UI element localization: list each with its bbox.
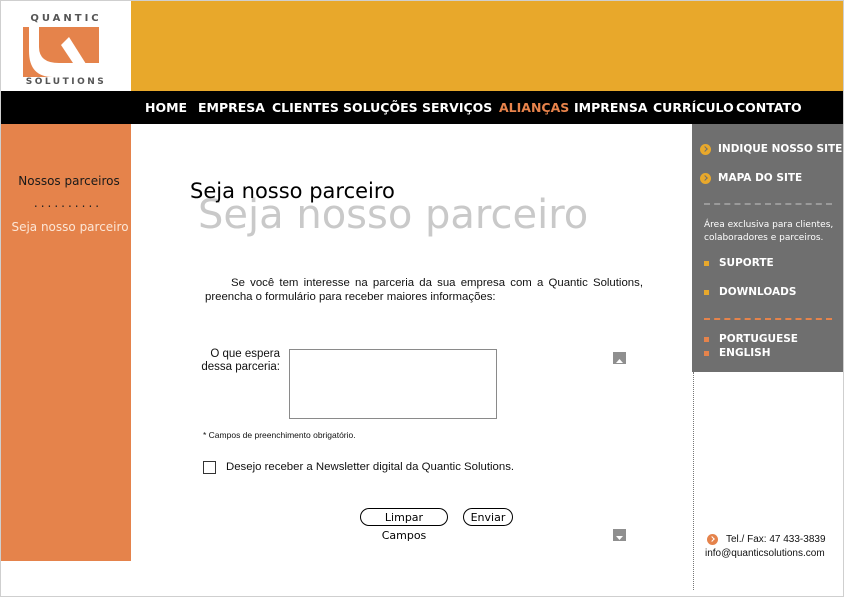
vertical-divider: [693, 372, 694, 590]
right-sidebar: INDIQUE NOSSO SITE MAPA DO SITE Área exc…: [692, 124, 843, 372]
nav-clientes[interactable]: CLIENTES: [272, 91, 339, 124]
nav-home[interactable]: HOME: [145, 91, 187, 124]
square-bullet-icon: [704, 350, 709, 356]
submit-button[interactable]: Enviar: [463, 508, 513, 526]
lang-portuguese-label: PORTUGUESE: [719, 333, 798, 345]
nav-imprensa[interactable]: IMPRENSA: [574, 91, 648, 124]
lang-portuguese[interactable]: PORTUGUESE: [704, 333, 798, 345]
nav-servicos[interactable]: SERVIÇOS: [422, 91, 492, 124]
triangle-up-icon: [616, 359, 623, 363]
square-bullet-icon: [704, 260, 709, 266]
intro-text: Se você tem interesse na parceria da sua…: [205, 276, 643, 304]
page-title: Seja nosso parceiro: [190, 179, 395, 203]
required-note: * Campos de preenchimento obrigatório.: [203, 430, 356, 440]
newsletter-checkbox[interactable]: [203, 461, 216, 474]
chevron-right-circle-icon: [700, 143, 711, 155]
right-link-downloads-label: DOWNLOADS: [719, 286, 797, 298]
logo[interactable]: QUANTIC SOLUTIONS: [1, 1, 131, 91]
newsletter-label[interactable]: Desejo receber a Newsletter digital da Q…: [226, 461, 514, 473]
logo-q-mark: [23, 27, 99, 77]
chevron-right-circle-icon: [700, 172, 711, 184]
right-link-downloads[interactable]: DOWNLOADS: [704, 286, 796, 298]
nav-contato[interactable]: CONTATO: [736, 91, 802, 124]
right-link-mapa-label: MAPA DO SITE: [718, 172, 803, 184]
nav-curriculo[interactable]: CURRÍCULO: [653, 91, 734, 124]
sidebar-section-title: Nossos parceiros: [18, 174, 120, 188]
right-divider: [704, 318, 832, 320]
scroll-up-button[interactable]: [613, 352, 626, 364]
contact-phone: Tel./ Fax: 47 433-3839: [726, 534, 826, 545]
right-link-suporte[interactable]: SUPORTE: [704, 257, 774, 269]
sidebar-divider: ..........: [33, 196, 103, 210]
right-link-mapa[interactable]: MAPA DO SITE: [700, 172, 802, 184]
nav-solucoes[interactable]: SOLUÇÕES: [343, 91, 418, 124]
expectation-field-label: O que espera dessa parceria:: [201, 348, 280, 373]
right-link-indique[interactable]: INDIQUE NOSSO SITE: [700, 143, 842, 155]
members-note: Área exclusiva para clientes, colaborado…: [704, 220, 834, 243]
triangle-down-icon: [616, 536, 623, 540]
expectation-textarea[interactable]: [289, 349, 497, 419]
main-nav: HOME EMPRESA CLIENTES SOLUÇÕES SERVIÇOS …: [1, 91, 843, 124]
right-link-suporte-label: SUPORTE: [719, 257, 774, 269]
right-divider: [704, 203, 832, 205]
lang-english[interactable]: ENGLISH: [704, 347, 771, 359]
contact-email[interactable]: info@quanticsolutions.com: [705, 548, 825, 559]
sidebar-item-seja-parceiro[interactable]: Seja nosso parceiro: [1, 220, 139, 234]
header-banner: [131, 1, 843, 91]
logo-bottom-text: SOLUTIONS: [25, 77, 107, 87]
nav-empresa[interactable]: EMPRESA: [198, 91, 265, 124]
nav-aliancas[interactable]: ALIANÇAS: [499, 91, 569, 124]
logo-top-text: QUANTIC: [30, 13, 102, 24]
clear-fields-button[interactable]: Limpar Campos: [360, 508, 448, 542]
scroll-down-button[interactable]: [613, 529, 626, 541]
left-sidebar: Nossos parceiros .......... Seja nosso p…: [1, 124, 131, 561]
right-link-indique-label: INDIQUE NOSSO SITE: [718, 143, 843, 155]
chevron-right-circle-icon: [707, 534, 718, 545]
lang-english-label: ENGLISH: [719, 347, 771, 359]
square-bullet-icon: [704, 289, 709, 295]
square-bullet-icon: [704, 336, 709, 342]
intro-paragraph: Se você tem interesse na parceria da sua…: [205, 277, 643, 303]
